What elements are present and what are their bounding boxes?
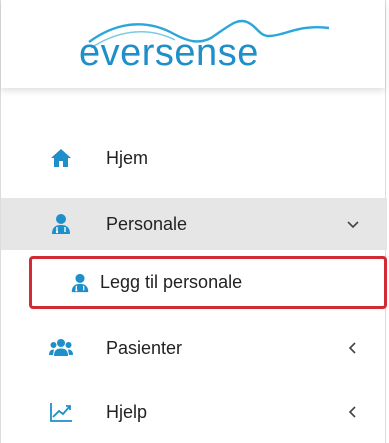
- sidebar-subitem-legg-til-personale[interactable]: Legg til personale: [29, 256, 387, 309]
- sidebar-item-hjelp[interactable]: Hjelp: [1, 386, 387, 438]
- staff-icon: [52, 214, 70, 234]
- chart-line-icon: [50, 403, 72, 422]
- chevron-down-icon[interactable]: [345, 212, 361, 236]
- sidebar: eversense Hjem Personale Legg til person…: [0, 0, 387, 443]
- sidebar-item-personale[interactable]: Personale: [1, 198, 387, 250]
- logo-header: eversense: [1, 0, 385, 88]
- chevron-left-icon[interactable]: [345, 400, 361, 424]
- sidebar-item-label: Hjem: [106, 148, 149, 168]
- sidebar-item-label: Pasienter: [106, 338, 183, 358]
- sidebar-item-label: Hjelp: [106, 402, 148, 422]
- eversense-logo[interactable]: eversense: [79, 14, 339, 78]
- patients-icon: [49, 339, 73, 356]
- home-icon: [51, 149, 71, 167]
- logo-text: eversense: [79, 32, 259, 74]
- sidebar-item-pasienter[interactable]: Pasienter: [1, 322, 387, 374]
- sidebar-item-home[interactable]: Hjem: [1, 132, 387, 184]
- staff-icon: [71, 273, 89, 293]
- sidebar-subitem-label: Legg til personale: [100, 272, 243, 292]
- sidebar-item-label: Personale: [106, 214, 188, 234]
- chevron-left-icon[interactable]: [345, 336, 361, 360]
